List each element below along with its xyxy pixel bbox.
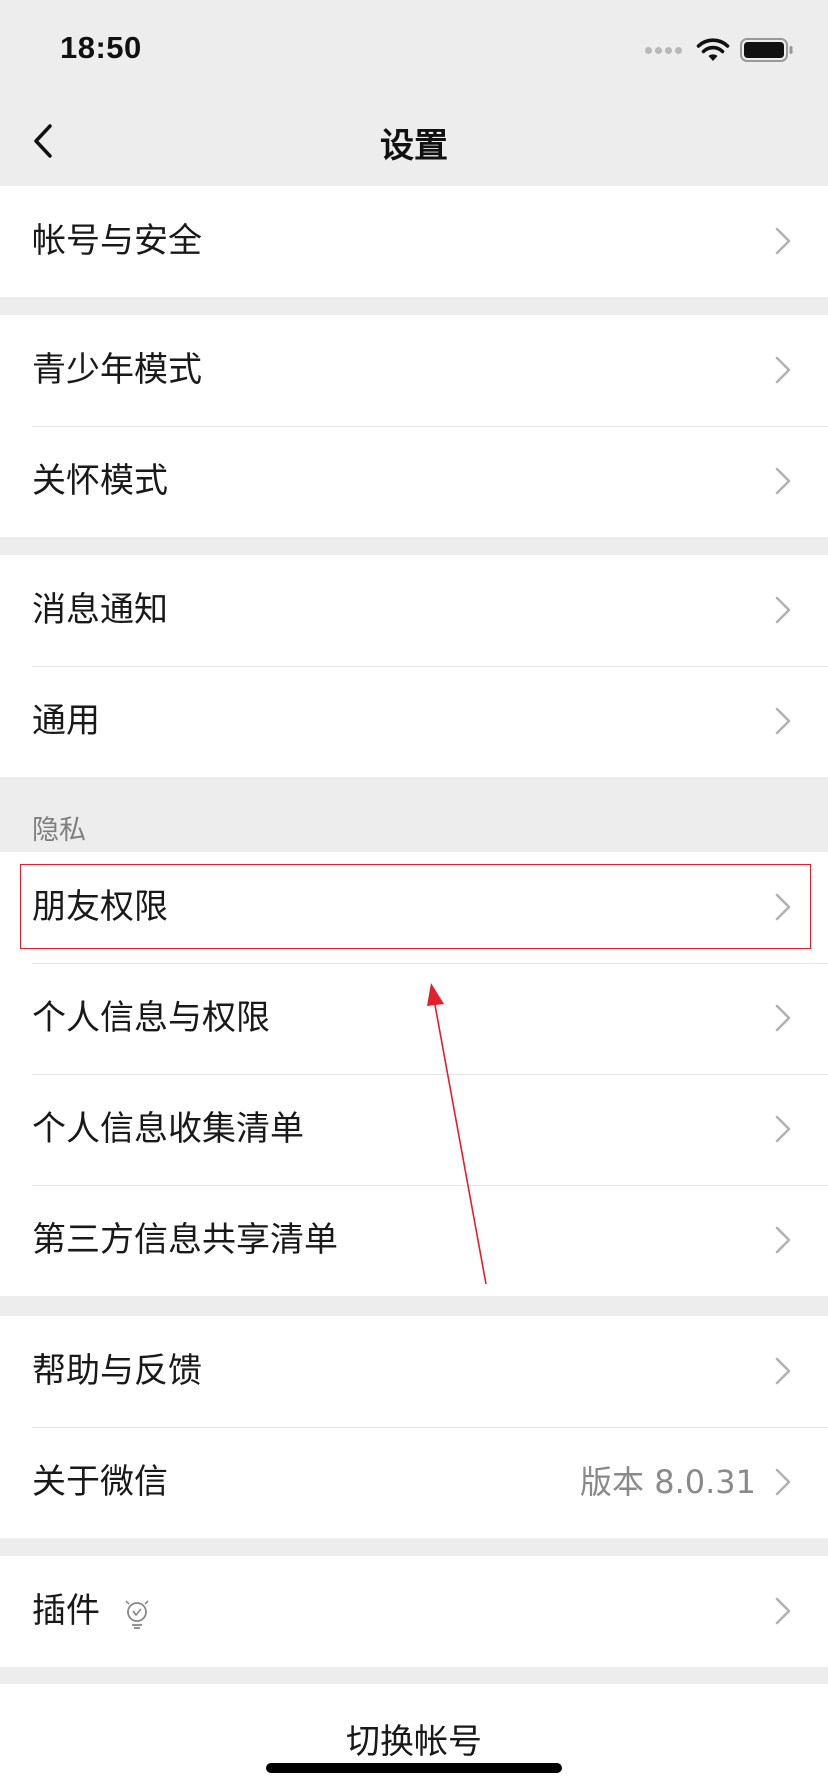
cell-plugins[interactable]: 插件 bbox=[0, 1556, 828, 1667]
cell-label: 通用 bbox=[32, 701, 100, 741]
cell-account-security[interactable]: 帐号与安全 bbox=[0, 186, 828, 297]
section-header-privacy: 隐私 bbox=[32, 815, 86, 846]
cell-notifications[interactable]: 消息通知 bbox=[0, 555, 828, 666]
group-modes: 青少年模式 关怀模式 bbox=[0, 315, 828, 537]
cell-label: 第三方信息共享清单 bbox=[32, 1220, 338, 1260]
chevron-right-icon bbox=[775, 1115, 791, 1143]
chevron-right-icon bbox=[775, 467, 791, 495]
cell-care-mode[interactable]: 关怀模式 bbox=[0, 426, 828, 537]
group-general: 消息通知 通用 bbox=[0, 555, 828, 777]
chevron-right-icon bbox=[775, 356, 791, 384]
cell-personal-info-permissions[interactable]: 个人信息与权限 bbox=[0, 963, 828, 1074]
battery-icon bbox=[740, 38, 793, 62]
chevron-right-icon bbox=[775, 707, 791, 735]
group-account: 帐号与安全 bbox=[0, 186, 828, 297]
cell-label: 关怀模式 bbox=[32, 461, 168, 501]
cell-help-feedback[interactable]: 帮助与反馈 bbox=[0, 1316, 828, 1427]
cell-label: 个人信息收集清单 bbox=[32, 1109, 304, 1149]
lightbulb-icon bbox=[125, 1600, 149, 1629]
cell-about-wechat[interactable]: 关于微信 版本 8.0.31 bbox=[0, 1427, 828, 1538]
chevron-right-icon bbox=[775, 1597, 791, 1625]
group-about: 帮助与反馈 关于微信 版本 8.0.31 bbox=[0, 1316, 828, 1538]
cell-label: 青少年模式 bbox=[32, 350, 202, 390]
page-title: 设置 bbox=[380, 126, 448, 166]
switch-account-label: 切换帐号 bbox=[346, 1722, 482, 1762]
cell-youth-mode[interactable]: 青少年模式 bbox=[0, 315, 828, 426]
cell-label: 关于微信 bbox=[32, 1462, 168, 1502]
cell-third-party-sharing[interactable]: 第三方信息共享清单 bbox=[0, 1185, 828, 1296]
cell-personal-info-collection[interactable]: 个人信息收集清单 bbox=[0, 1074, 828, 1185]
chevron-right-icon bbox=[775, 1004, 791, 1032]
group-plugins: 插件 bbox=[0, 1556, 828, 1667]
version-value: 版本 8.0.31 bbox=[580, 1463, 756, 1501]
status-icons bbox=[645, 36, 794, 64]
cell-label: 消息通知 bbox=[32, 590, 168, 630]
settings-screen: 18:50 设置 帐号与安全 青少年模式 关怀模式 消息通知 通用 隐私 朋友权… bbox=[0, 0, 828, 1792]
chevron-right-icon bbox=[775, 1468, 791, 1496]
chevron-right-icon bbox=[775, 1357, 791, 1385]
signal-dots-icon bbox=[645, 46, 682, 54]
chevron-right-icon bbox=[775, 596, 791, 624]
cell-general[interactable]: 通用 bbox=[0, 666, 828, 777]
status-time: 18:50 bbox=[60, 30, 142, 65]
wifi-icon bbox=[696, 38, 730, 61]
status-bar: 18:50 bbox=[0, 0, 828, 96]
cell-label: 个人信息与权限 bbox=[32, 998, 270, 1038]
nav-bar: 设置 bbox=[0, 96, 828, 186]
chevron-right-icon bbox=[775, 227, 791, 255]
cell-label: 帮助与反馈 bbox=[32, 1351, 202, 1391]
annotation-highlight-box bbox=[20, 864, 811, 949]
cell-label: 帐号与安全 bbox=[32, 221, 202, 261]
home-indicator bbox=[266, 1763, 562, 1773]
switch-account-button[interactable]: 切换帐号 bbox=[0, 1684, 828, 1792]
chevron-right-icon bbox=[775, 1226, 791, 1254]
cell-label: 插件 bbox=[32, 1591, 100, 1631]
